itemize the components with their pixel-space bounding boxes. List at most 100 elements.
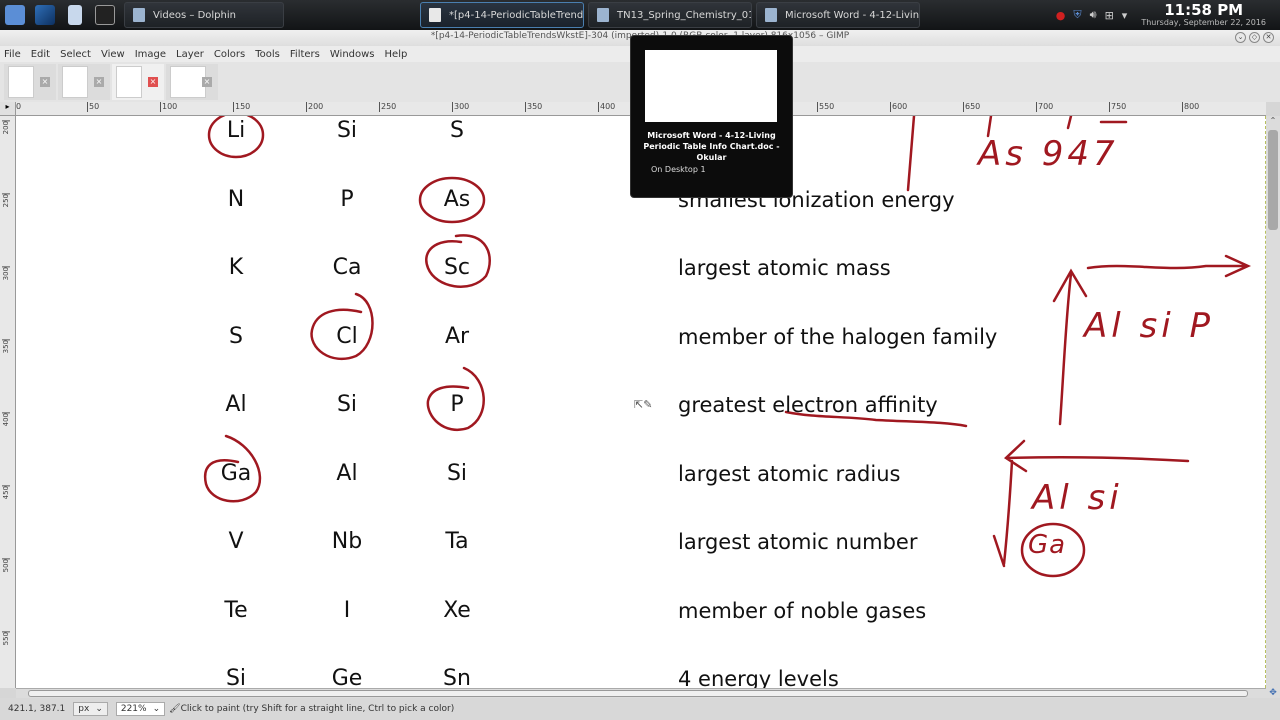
handwritten-ga: Ga	[1028, 530, 1067, 560]
horizontal-scroll-thumb[interactable]	[28, 690, 1248, 697]
taskbar: Videos – Dolphin *[p4-14-PeriodicTableTr…	[0, 0, 1280, 30]
terminal-icon	[95, 5, 115, 25]
quicklaunch-files[interactable]	[60, 1, 90, 29]
ink-stroke	[906, 116, 916, 192]
unit-value: px	[78, 704, 90, 714]
window-preview-thumbnail	[645, 50, 777, 122]
element-symbol: Si	[336, 118, 358, 143]
element-symbol: Ar	[444, 323, 470, 349]
menu-edit[interactable]: Edit	[31, 49, 50, 60]
element-symbol: I	[343, 597, 351, 623]
element-symbol: P	[340, 186, 354, 212]
task-okular[interactable]: Microsoft Word - 4-12-Living Period	[756, 2, 920, 28]
menu-windows[interactable]: Windows	[330, 49, 375, 60]
element-symbol: Al	[225, 392, 247, 417]
element-symbol: K	[228, 255, 244, 280]
tray-expand-icon[interactable]: ▾	[1122, 9, 1128, 22]
task-label: TN13_Spring_Chemistry_01.indd - D	[617, 9, 751, 21]
image-thumbnail	[116, 66, 142, 98]
network-icon[interactable]: ⊞	[1105, 9, 1114, 22]
menu-image[interactable]: Image	[135, 49, 166, 60]
task-gimp[interactable]: *[p4-14-PeriodicTableTrendsWkstE	[420, 2, 584, 28]
ruby-icon[interactable]: ●	[1056, 9, 1066, 22]
property-description: greatest electron affinity	[678, 393, 938, 417]
menu-view[interactable]: View	[101, 49, 125, 60]
ruler-tick: 550	[817, 102, 835, 112]
ruler-tick: 50	[87, 102, 100, 112]
ruler-tick: 200	[306, 102, 324, 112]
ruler-tick: 200	[2, 120, 10, 135]
vertical-ruler[interactable]: 200 250 300 350 400 450 500 550	[0, 116, 16, 688]
element-symbol: Li	[226, 118, 246, 143]
task-dolphin[interactable]: Videos – Dolphin	[124, 2, 284, 28]
ruler-tick: 800	[1182, 102, 1200, 112]
close-button[interactable]: ✕	[1263, 32, 1274, 43]
file-manager-icon	[68, 5, 82, 25]
ruler-tick: 350	[2, 339, 10, 354]
minimize-button[interactable]: ⌄	[1235, 32, 1246, 43]
dolphin-icon	[133, 8, 145, 22]
ruler-tick: 650	[963, 102, 981, 112]
tooltip-subtitle: On Desktop 1	[651, 165, 706, 174]
ruler-tick: 550	[2, 631, 10, 646]
element-symbol: Sn	[443, 666, 471, 688]
close-tab-icon[interactable]: ×	[148, 77, 158, 87]
ink-stroke	[1066, 116, 1073, 130]
element-symbol: Nb	[331, 529, 363, 554]
handwritten-trend-down: Al si	[1032, 478, 1123, 518]
quick-mask-toggle[interactable]: ▸	[0, 102, 16, 116]
element-symbol: P	[450, 392, 464, 417]
document-icon	[429, 8, 441, 22]
ruler-tick: 250	[379, 102, 397, 112]
close-tab-icon[interactable]: ×	[202, 77, 212, 87]
pointer-coordinates: 421.1, 387.1	[8, 704, 66, 714]
vertical-scroll-thumb[interactable]	[1268, 130, 1278, 230]
task-indesign[interactable]: TN13_Spring_Chemistry_01.indd - D	[588, 2, 752, 28]
menu-filters[interactable]: Filters	[290, 49, 320, 60]
image-thumbnail	[62, 66, 88, 98]
menu-file[interactable]: File	[4, 49, 21, 60]
ruler-tick: 400	[598, 102, 616, 112]
ruler-tick: 300	[2, 266, 10, 281]
close-tab-icon[interactable]: ×	[94, 77, 104, 87]
task-label: Videos – Dolphin	[153, 9, 236, 21]
element-symbol: Xe	[443, 597, 471, 623]
handwritten-as-947: As 947	[978, 134, 1119, 174]
ruler-tick: 300	[452, 102, 470, 112]
menu-layer[interactable]: Layer	[176, 49, 204, 60]
image-thumbnail	[8, 66, 34, 98]
image-tab-active[interactable]: ×	[112, 64, 164, 100]
quicklaunch-desktop[interactable]	[30, 1, 60, 29]
menu-tools[interactable]: Tools	[255, 49, 280, 60]
menu-colors[interactable]: Colors	[214, 49, 245, 60]
maximize-button[interactable]: ◇	[1249, 32, 1260, 43]
menu-help[interactable]: Help	[385, 49, 408, 60]
navigate-icon[interactable]: ✥	[1266, 688, 1280, 698]
element-symbol: Si	[336, 392, 358, 417]
vertical-scrollbar[interactable]: ⌃	[1266, 116, 1280, 688]
scroll-up-icon[interactable]: ⌃	[1266, 116, 1280, 128]
unit-select[interactable]: px ⌄	[73, 702, 108, 716]
element-symbol: S	[229, 323, 243, 349]
shield-icon[interactable]: ⛨	[1073, 8, 1081, 22]
property-description: member of noble gases	[678, 598, 927, 623]
element-symbol: V	[228, 529, 244, 554]
ruler-tick: 750	[1109, 102, 1127, 112]
element-symbol: S	[450, 118, 464, 143]
image-tab[interactable]: ×	[58, 64, 110, 100]
clock[interactable]: 11:58 PM Thursday, September 22, 2016	[1141, 2, 1266, 28]
element-symbol: Ge	[331, 666, 363, 688]
zoom-select[interactable]: 221% ⌄	[115, 702, 166, 716]
ruler-tick: 400	[2, 412, 10, 427]
app-launcher[interactable]	[0, 1, 30, 29]
property-description: member of the halogen family	[678, 324, 998, 349]
close-tab-icon[interactable]: ×	[40, 77, 50, 87]
horizontal-scrollbar[interactable]	[16, 688, 1266, 698]
quicklaunch-terminal[interactable]	[90, 1, 120, 29]
element-symbol: Ta	[445, 529, 469, 554]
okular-icon	[765, 8, 777, 22]
volume-icon[interactable]: 🔊︎	[1090, 8, 1097, 22]
menu-select[interactable]: Select	[60, 49, 91, 60]
image-tab[interactable]: ×	[166, 64, 218, 100]
image-tab[interactable]: ×	[4, 64, 56, 100]
